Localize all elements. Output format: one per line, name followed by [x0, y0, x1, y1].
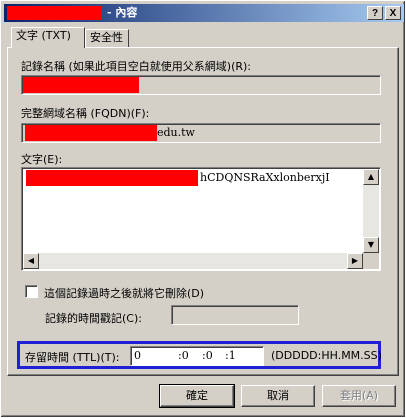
scroll-right-arrow-icon[interactable]: ▶ [347, 253, 363, 269]
vertical-scrollbar[interactable]: ▲ ▼ [363, 169, 379, 253]
delete-on-expire-checkbox[interactable] [25, 285, 38, 298]
tab-txt[interactable]: 文字 (TXT) [11, 27, 85, 48]
ttl-label: 存留時間 (TTL)(T): [25, 351, 120, 364]
scroll-left-arrow-icon[interactable]: ◀ [23, 253, 39, 269]
apply-button[interactable]: 套用(A) [322, 385, 396, 407]
redacted-fqdn-prefix [25, 125, 157, 141]
redacted-record-name-value [23, 77, 139, 93]
tab-security[interactable]: 安全性 [85, 29, 129, 47]
ttl-format-hint: (DDDDD:HH.MM.SS) [271, 349, 382, 362]
redacted-text-prefix [26, 170, 198, 186]
fqdn-label: 完整網域名稱 (FQDN)(F): [21, 107, 150, 120]
cancel-button[interactable]: 取消 [241, 385, 315, 407]
timestamp-label: 記錄的時間戳記(C): [45, 312, 142, 325]
timestamp-field [171, 305, 299, 325]
ttl-seconds[interactable]: :1 [225, 349, 236, 363]
title-bar: - 內容 ? X [4, 4, 404, 22]
scrollbar-corner [363, 253, 379, 269]
ttl-hours[interactable]: :0 [178, 349, 189, 363]
ttl-input[interactable]: 0 :0 :0 :1 [130, 346, 264, 366]
delete-on-expire-label[interactable]: 這個記錄過時之後就將它刪除(D) [44, 285, 204, 301]
text-value-textarea[interactable]: hCDQNSRaXxlonberxjI ▲ ▼ ◀ ▶ [21, 167, 381, 271]
fqdn-value-suffix: edu.tw [157, 126, 195, 139]
dns-record-properties-dialog: - 內容 ? X 文字 (TXT) 安全性 記錄名稱 (如果此項目空白就使用父系… [0, 0, 406, 418]
text-label: 文字(E): [21, 153, 63, 166]
text-value-suffix: hCDQNSRaXxlonberxjI [200, 171, 330, 184]
scroll-up-arrow-icon[interactable]: ▲ [363, 169, 379, 185]
help-button[interactable]: ? [367, 6, 383, 20]
ttl-days[interactable]: 0 [134, 349, 141, 363]
ok-button[interactable]: 確定 [159, 384, 235, 408]
close-button[interactable]: X [385, 6, 401, 20]
redacted-record-name [7, 6, 102, 20]
dialog-title: - 內容 [107, 6, 138, 19]
scroll-down-arrow-icon[interactable]: ▼ [363, 237, 379, 253]
horizontal-scrollbar[interactable]: ◀ ▶ [23, 253, 363, 269]
record-name-label: 記錄名稱 (如果此項目空白就使用父系網域)(R): [21, 60, 252, 73]
ttl-minutes[interactable]: :0 [202, 349, 213, 363]
